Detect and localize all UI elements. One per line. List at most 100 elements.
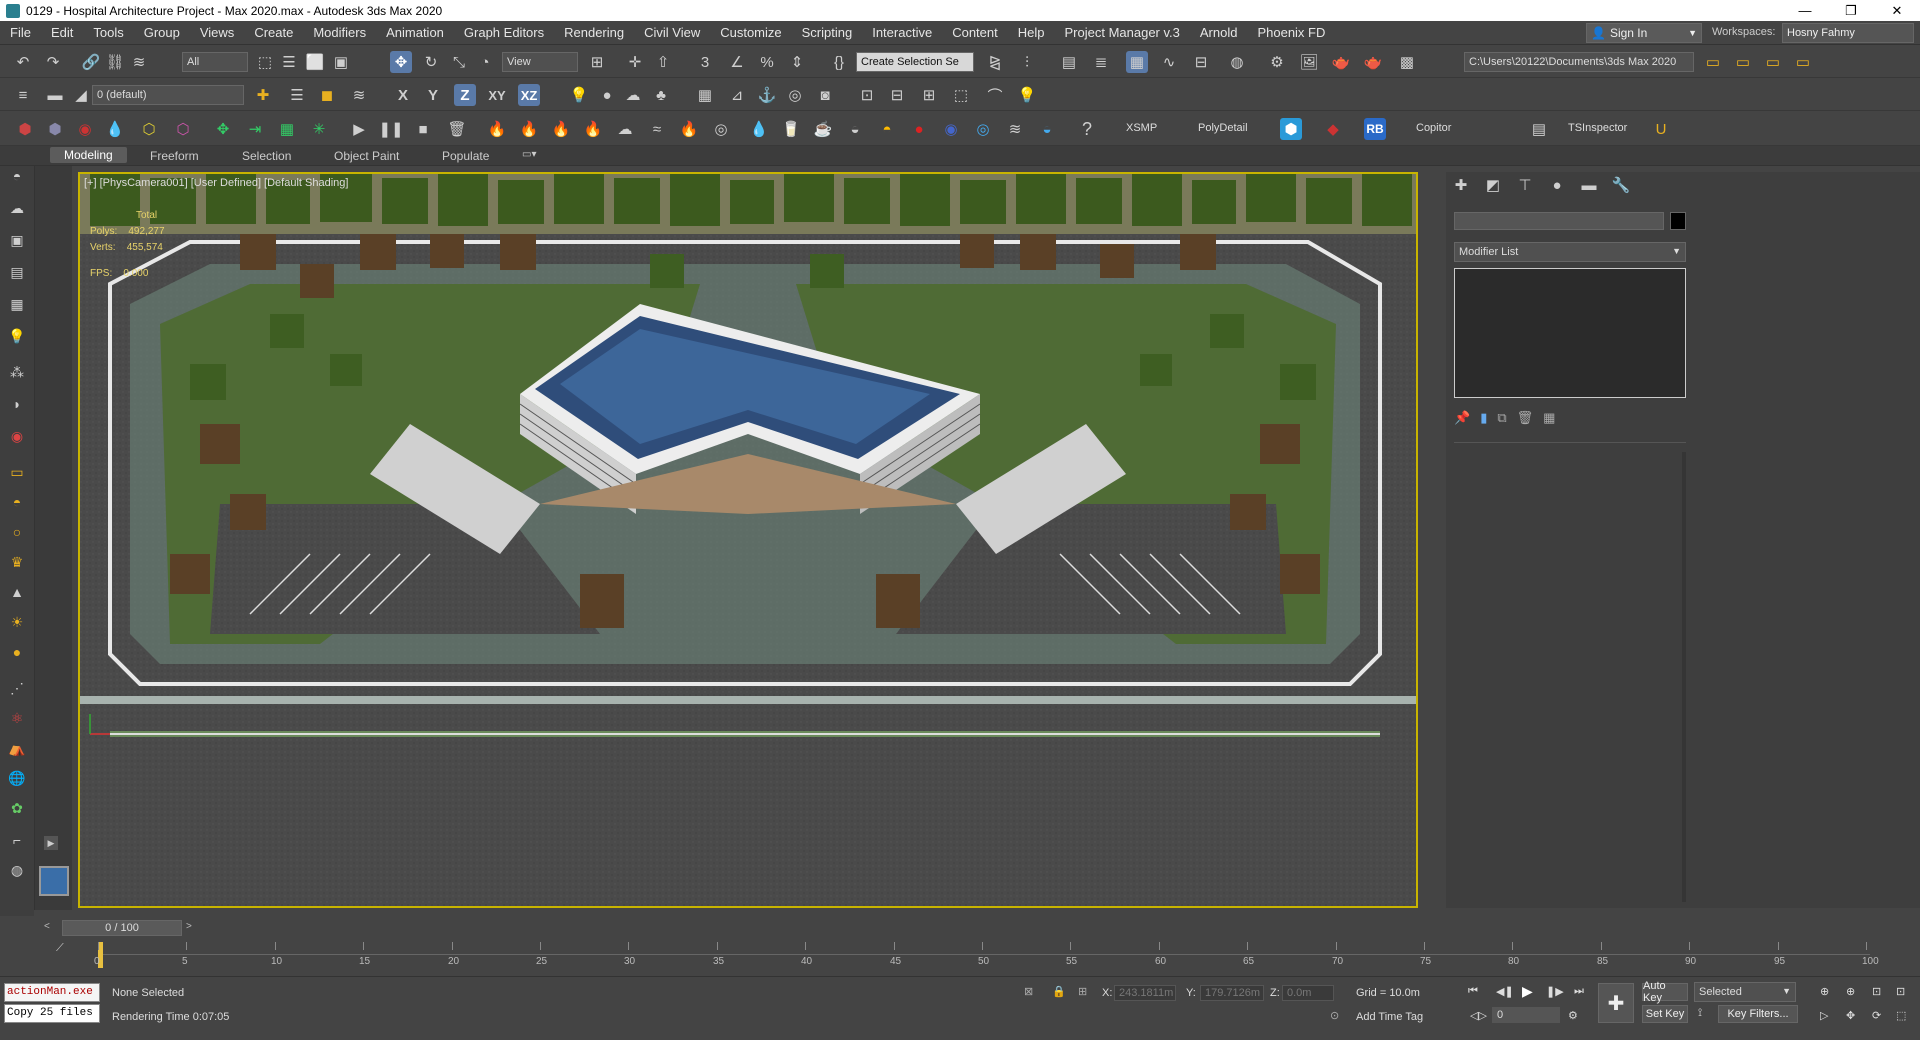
plugin-blue-icon[interactable]: ⬢ [1280, 118, 1302, 140]
fire4-icon[interactable]: 🔥 [582, 118, 604, 140]
curve-editor-icon[interactable]: ∿ [1158, 51, 1180, 73]
menu-content[interactable]: Content [942, 25, 1008, 40]
layer-stack-icon[interactable]: ☰ [286, 84, 308, 106]
frame-icon[interactable]: ⊡ [856, 84, 878, 106]
pan-icon[interactable]: ✥ [1846, 1009, 1855, 1022]
axis-y-button[interactable]: Y [422, 84, 444, 106]
current-frame-field[interactable]: 0 [1492, 1007, 1560, 1023]
time-tag-icon[interactable]: ⊙ [1330, 1009, 1339, 1022]
project-settings-icon[interactable]: ▭ [1792, 51, 1814, 73]
plugin-diamond-icon[interactable]: ◆ [1322, 118, 1344, 140]
z-coordinate-field[interactable]: 0.0m [1282, 985, 1334, 1001]
bulb-icon[interactable]: 💡 [1016, 84, 1038, 106]
angle-snap-icon[interactable]: ∠ [726, 51, 748, 73]
circle-tool-icon[interactable]: ○ [6, 522, 28, 542]
next-frame-icon[interactable]: ❚▶ [1546, 985, 1564, 998]
spiral-icon[interactable]: ◎ [710, 118, 732, 140]
select-manipulate-icon[interactable]: ✛ [624, 51, 646, 73]
cone-tool-icon[interactable]: ▲ [6, 582, 28, 602]
fov-icon[interactable]: ▷ [1820, 1009, 1828, 1022]
anchor-icon[interactable]: ⚓ [756, 84, 778, 106]
tent-tool-icon[interactable]: ⛺ [6, 738, 28, 758]
maxscript-line-2[interactable]: Copy 25 files [4, 1004, 100, 1023]
menu-scripting[interactable]: Scripting [792, 25, 863, 40]
material-editor-icon[interactable]: ◍ [1226, 51, 1248, 73]
edit-named-selection-icon[interactable]: {} [828, 51, 850, 73]
menu-tools[interactable]: Tools [83, 25, 133, 40]
stairs-tool-icon[interactable]: ⋰ [6, 678, 28, 698]
menu-help[interactable]: Help [1008, 25, 1055, 40]
fire-icon[interactable]: 🔥 [486, 118, 508, 140]
camera-icon[interactable]: ◙ [814, 84, 836, 106]
selected-key-dropdown[interactable]: Selected ▼ [1694, 982, 1796, 1002]
window-crossing-icon[interactable]: ▣ [330, 51, 352, 73]
time-config-icon[interactable]: ⚙ [1568, 1009, 1578, 1022]
list-tool-icon[interactable]: ▤ [6, 262, 28, 282]
go-to-end-icon[interactable]: ⏭ [1574, 985, 1584, 998]
maxscript-listener[interactable]: actionMan.exe Copy 25 files [4, 983, 100, 1023]
viewport[interactable]: [+] [PhysCamera001] [User Defined] [Defa… [78, 172, 1418, 908]
minimize-button[interactable]: — [1782, 0, 1828, 21]
play-icon[interactable]: ▶ [348, 118, 370, 140]
axis-x-button[interactable]: X [392, 84, 414, 106]
remove-modifier-icon[interactable]: 🗑 [1517, 410, 1534, 426]
snap-toggle-icon[interactable]: 3 [694, 51, 716, 73]
table-icon[interactable]: ▦ [694, 84, 716, 106]
trash-icon[interactable]: 🗑 [446, 118, 468, 140]
scatter-tool-icon[interactable]: ⁂ [6, 362, 28, 382]
lock-icon[interactable]: 🔒 [1052, 985, 1066, 998]
bulb-tool-icon[interactable]: 💡 [6, 326, 28, 346]
absolute-mode-icon[interactable]: ⊞ [1078, 985, 1087, 998]
render-production-icon[interactable]: 🫖 [1330, 51, 1352, 73]
undo-icon[interactable]: ↶ [12, 51, 34, 73]
axis-xy-button[interactable]: XY [486, 84, 508, 106]
orbit-icon[interactable]: ◎ [784, 84, 806, 106]
blue-sphere-icon[interactable]: ◉ [940, 118, 962, 140]
globe-tool-icon[interactable]: 🌐 [6, 768, 28, 788]
mirror-icon[interactable]: ⧎ [984, 51, 1006, 73]
viewport-icon[interactable]: ⊟ [886, 84, 908, 106]
plugin-circle-icon[interactable]: ◉ [74, 118, 96, 140]
keyboard-shortcut-icon[interactable]: ⇧ [652, 51, 674, 73]
light-icon[interactable]: 💡 [568, 84, 590, 106]
menu-modifiers[interactable]: Modifiers [303, 25, 376, 40]
grid-icon[interactable]: ⊞ [918, 84, 940, 106]
plugin-ring-icon[interactable]: ⬢ [44, 118, 66, 140]
ruler-icon[interactable]: ⊿ [726, 84, 748, 106]
plugin-hex-icon[interactable]: ⬡ [138, 118, 160, 140]
x-coordinate-field[interactable]: 243.1811m [1114, 985, 1176, 1001]
molecule-tool-icon[interactable]: ⚛ [6, 708, 28, 728]
sign-in-button[interactable]: 👤 Sign In ▼ [1586, 23, 1702, 43]
make-unique-icon[interactable]: ⧉ [1497, 410, 1506, 426]
zoom-extents-icon[interactable]: ⊡ [1872, 985, 1881, 998]
stop-icon[interactable]: ■ [412, 118, 434, 140]
schematic-view-icon[interactable]: ⊟ [1190, 51, 1212, 73]
menu-file[interactable]: File [0, 25, 41, 40]
fire3-icon[interactable]: 🔥 [550, 118, 572, 140]
render-active-shade-icon[interactable]: 🫖 [1362, 51, 1384, 73]
display-tab-icon[interactable]: ▬ [1578, 174, 1600, 196]
y-coordinate-field[interactable]: 179.7126m [1200, 985, 1264, 1001]
unlink-icon[interactable]: ⛓ [104, 51, 126, 73]
menu-create[interactable]: Create [244, 25, 303, 40]
auto-key-button[interactable]: Auto Key [1642, 980, 1688, 1004]
rb-button[interactable]: RB [1364, 118, 1386, 140]
time-next-icon[interactable]: > [186, 921, 192, 932]
layer-toolbar-icon[interactable]: ▬ [44, 84, 66, 106]
go-to-start-icon[interactable]: ⏮ [1468, 985, 1478, 998]
menu-interactive[interactable]: Interactive [862, 25, 942, 40]
panel-scrollbar[interactable] [1682, 452, 1686, 902]
teapot-create-icon[interactable]: ◓ [6, 166, 28, 186]
swirl-icon[interactable]: ◎ [972, 118, 994, 140]
plant-tool-icon[interactable]: ✿ [6, 798, 28, 818]
project-open-icon[interactable]: ▭ [1732, 51, 1754, 73]
workspaces-dropdown[interactable]: Hosny Fahmy [1782, 23, 1914, 43]
link-icon[interactable]: 🔗 [80, 51, 102, 73]
plugin-star-icon[interactable]: ✳ [308, 118, 330, 140]
render-grid-icon[interactable]: ▩ [1396, 51, 1418, 73]
image-tool-icon[interactable]: ▣ [6, 230, 28, 250]
menu-customize[interactable]: Customize [710, 25, 791, 40]
layer-visibility-icon[interactable]: ◢ [70, 84, 92, 106]
shoe-tool-icon[interactable]: ⌐ [6, 830, 28, 850]
cloud-tool-icon[interactable]: ☁ [6, 198, 28, 218]
